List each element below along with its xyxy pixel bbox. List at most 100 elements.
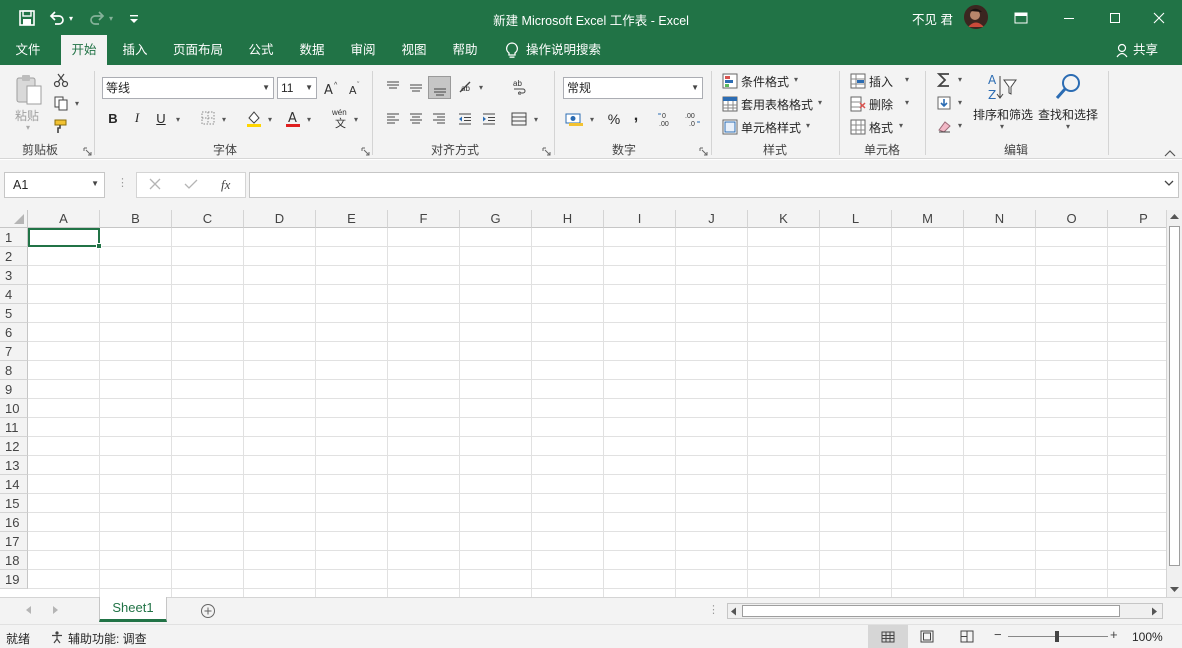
enter-icon[interactable] <box>184 177 198 191</box>
select-all-button[interactable] <box>0 210 28 228</box>
cut-icon[interactable] <box>52 71 70 89</box>
borders-icon[interactable] <box>198 108 218 128</box>
row-header-18[interactable]: 18 <box>0 551 28 570</box>
conditional-formatting-icon[interactable] <box>721 72 739 90</box>
increase-decimal-icon[interactable]: 0.00 <box>656 108 678 130</box>
comma-style-button[interactable]: , <box>628 105 644 127</box>
page-layout-view-icon[interactable] <box>920 630 934 643</box>
column-header-p[interactable]: P <box>1108 210 1166 228</box>
row-header-13[interactable]: 13 <box>0 456 28 475</box>
clear-icon[interactable] <box>934 116 954 136</box>
tab-help[interactable]: 帮助 <box>444 35 486 65</box>
column-header-m[interactable]: M <box>892 210 964 228</box>
align-top-icon[interactable] <box>382 76 404 98</box>
find-select-icon[interactable] <box>1052 71 1084 103</box>
orientation-icon[interactable]: ab <box>455 76 477 98</box>
column-header-j[interactable]: J <box>676 210 748 228</box>
scroll-right-icon[interactable] <box>1150 607 1158 616</box>
tab-home[interactable]: 开始 <box>61 35 107 65</box>
row-header-7[interactable]: 7 <box>0 342 28 361</box>
zoom-in-button[interactable]: + <box>1110 627 1118 642</box>
share-icon[interactable] <box>1116 43 1130 58</box>
page-break-view-icon[interactable] <box>960 630 974 643</box>
next-sheet-icon[interactable] <box>52 605 60 615</box>
align-right-icon[interactable] <box>428 108 450 130</box>
column-header-g[interactable]: G <box>460 210 532 228</box>
dialog-launcher-icon[interactable] <box>699 147 709 157</box>
row-header-10[interactable]: 10 <box>0 399 28 418</box>
row-header-5[interactable]: 5 <box>0 304 28 323</box>
column-header-d[interactable]: D <box>244 210 316 228</box>
insert-function-button[interactable]: fx <box>221 177 230 193</box>
fill-color-icon[interactable] <box>243 108 265 128</box>
column-header-n[interactable]: N <box>964 210 1036 228</box>
row-header-9[interactable]: 9 <box>0 380 28 399</box>
fill-icon[interactable] <box>934 93 954 113</box>
row-header-15[interactable]: 15 <box>0 494 28 513</box>
horizontal-scroll-thumb[interactable] <box>742 605 1120 617</box>
ribbon-display-options-icon[interactable] <box>998 0 1044 35</box>
cell-styles-button[interactable]: 单元格样式 <box>741 119 801 136</box>
normal-view-icon[interactable] <box>868 625 908 648</box>
cell-styles-icon[interactable] <box>721 118 739 136</box>
phonetic-guide-icon[interactable]: wén 文 <box>328 106 352 130</box>
lightbulb-icon[interactable] <box>505 42 519 59</box>
scroll-up-icon[interactable] <box>1169 212 1180 220</box>
column-header-k[interactable]: K <box>748 210 820 228</box>
minimize-icon[interactable] <box>1046 0 1092 35</box>
formula-input[interactable] <box>249 172 1179 198</box>
font-size-combo[interactable]: 11 ▼ <box>277 77 317 99</box>
format-as-table-button[interactable]: 套用表格格式 <box>741 96 813 113</box>
accessibility-icon[interactable] <box>50 630 64 644</box>
column-header-a[interactable]: A <box>28 210 100 228</box>
horizontal-scrollbar[interactable] <box>727 603 1163 619</box>
font-name-combo[interactable]: 等线 ▼ <box>102 77 274 99</box>
avatar[interactable] <box>964 5 988 29</box>
close-icon[interactable] <box>1136 0 1182 35</box>
user-name[interactable]: 不见 君 <box>912 9 953 28</box>
scroll-down-icon[interactable] <box>1169 586 1180 594</box>
row-header-16[interactable]: 16 <box>0 513 28 532</box>
row-header-3[interactable]: 3 <box>0 266 28 285</box>
maximize-icon[interactable] <box>1092 0 1138 35</box>
wrap-text-icon[interactable]: ab c <box>508 76 530 98</box>
tell-me-search[interactable]: 操作说明搜索 <box>526 35 610 65</box>
tab-formulas[interactable]: 公式 <box>240 35 282 65</box>
dialog-launcher-icon[interactable] <box>361 147 371 157</box>
row-header-4[interactable]: 4 <box>0 285 28 304</box>
column-header-i[interactable]: I <box>604 210 676 228</box>
tab-review[interactable]: 审阅 <box>342 35 384 65</box>
tab-data[interactable]: 数据 <box>291 35 333 65</box>
expand-formula-icon[interactable] <box>1164 179 1174 187</box>
align-bottom-icon[interactable] <box>428 76 451 99</box>
cells-area[interactable] <box>28 228 1166 597</box>
paste-icon[interactable] <box>12 73 46 107</box>
name-box[interactable]: A1 ▼ <box>4 172 105 198</box>
zoom-slider[interactable] <box>1008 631 1108 642</box>
tab-page-layout[interactable]: 页面布局 <box>166 35 230 65</box>
align-center-icon[interactable] <box>405 108 427 130</box>
dialog-launcher-icon[interactable] <box>542 147 552 157</box>
sheet-tab-sheet1[interactable]: Sheet1 <box>99 597 167 622</box>
decrease-font-size-icon[interactable]: Aˇ <box>346 78 364 98</box>
column-header-c[interactable]: C <box>172 210 244 228</box>
column-header-l[interactable]: L <box>820 210 892 228</box>
dialog-launcher-icon[interactable] <box>83 147 93 157</box>
column-header-f[interactable]: F <box>388 210 460 228</box>
bold-button[interactable]: B <box>104 108 122 128</box>
zoom-slider-thumb[interactable] <box>1055 631 1059 642</box>
add-sheet-icon[interactable] <box>200 603 216 619</box>
column-header-h[interactable]: H <box>532 210 604 228</box>
zoom-level[interactable]: 100% <box>1132 630 1163 644</box>
column-header-b[interactable]: B <box>100 210 172 228</box>
decrease-indent-icon[interactable] <box>454 108 476 130</box>
merge-center-icon[interactable] <box>508 108 530 130</box>
share-button[interactable]: 共享 <box>1133 35 1163 65</box>
tab-file[interactable]: 文件 <box>6 35 50 65</box>
format-painter-icon[interactable] <box>52 117 70 135</box>
copy-icon[interactable] <box>52 94 70 112</box>
column-header-e[interactable]: E <box>316 210 388 228</box>
tab-insert[interactable]: 插入 <box>114 35 156 65</box>
scroll-left-icon[interactable] <box>730 607 738 616</box>
row-header-1[interactable]: 1 <box>0 228 28 247</box>
